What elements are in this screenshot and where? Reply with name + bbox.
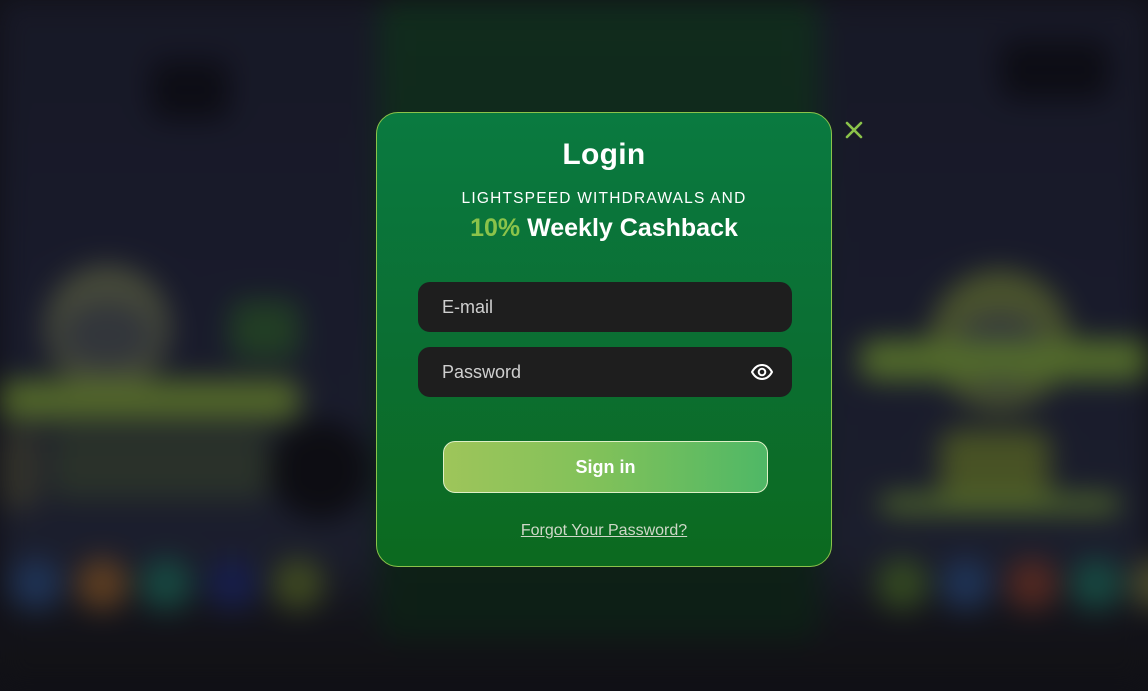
email-field[interactable] [418,282,792,332]
forgot-password-link[interactable]: Forgot Your Password? [377,522,831,540]
login-modal: Login LIGHTSPEED WITHDRAWALS AND 10% Wee… [376,112,832,567]
promo-subtitle: LIGHTSPEED WITHDRAWALS AND [461,190,747,207]
cashback-promo: 10% Weekly Cashback [377,214,831,243]
modal-title: Login [562,138,646,171]
close-icon[interactable] [843,119,865,141]
cashback-label: Weekly Cashback [527,214,738,242]
cashback-percent: 10% [470,214,521,242]
sign-in-button[interactable]: Sign in [443,441,768,493]
password-field[interactable] [418,347,792,397]
eye-icon[interactable] [750,360,774,384]
password-field-wrapper [418,347,792,397]
email-field-wrapper [418,282,792,332]
